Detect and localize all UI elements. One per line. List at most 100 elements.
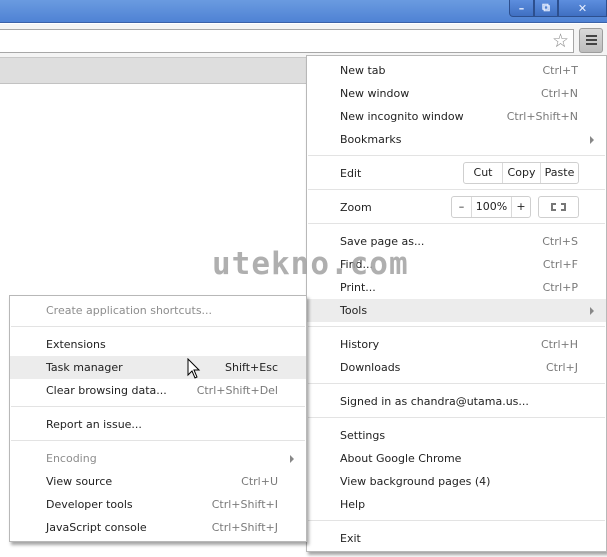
menu-separator: [11, 326, 305, 327]
menu-item-label: Help: [340, 498, 366, 511]
menu-item-encoding: Encoding: [10, 447, 306, 470]
hamburger-icon: [586, 35, 597, 37]
menu-item-shortcut: Ctrl+Shift+N: [506, 110, 578, 123]
menu-item-label: New tab: [340, 64, 386, 77]
menu-separator: [308, 189, 605, 190]
menu-item-view-source[interactable]: View source Ctrl+U: [10, 470, 306, 493]
fullscreen-button[interactable]: [538, 196, 579, 218]
menu-separator: [308, 223, 605, 224]
window-titlebar: – ⧉ ✕: [0, 0, 607, 23]
menu-item-downloads[interactable]: Downloads Ctrl+J: [307, 356, 606, 379]
menu-separator: [308, 155, 605, 156]
chrome-menu-button[interactable]: [579, 28, 603, 53]
menu-item-developer-tools[interactable]: Developer tools Ctrl+Shift+I: [10, 493, 306, 516]
zoom-in-button[interactable]: +: [511, 197, 530, 217]
cut-button[interactable]: Cut: [464, 163, 502, 183]
menu-item-extensions[interactable]: Extensions: [10, 333, 306, 356]
menu-item-label: New incognito window: [340, 110, 464, 123]
hamburger-icon-line: [586, 39, 597, 41]
menu-separator: [308, 326, 605, 327]
menu-item-label: Task manager: [46, 361, 123, 374]
restore-icon: ⧉: [542, 1, 550, 14]
menu-item-javascript-console[interactable]: JavaScript console Ctrl+Shift+J: [10, 516, 306, 539]
menu-item-label: JavaScript console: [46, 521, 147, 534]
menu-item-report-an-issue[interactable]: Report an issue...: [10, 413, 306, 436]
menu-item-shortcut: Ctrl+Shift+J: [211, 521, 278, 534]
chrome-main-menu: New tab Ctrl+T New window Ctrl+N New inc…: [306, 55, 607, 552]
menu-item-label: Report an issue...: [46, 418, 142, 431]
minimize-button[interactable]: –: [509, 0, 534, 17]
browser-toolbar: ☆: [0, 24, 607, 57]
menu-item-shortcut: Ctrl+Shift+Del: [196, 384, 278, 397]
copy-button[interactable]: Copy: [502, 163, 540, 183]
menu-item-label: Tools: [340, 304, 368, 317]
window-controls: – ⧉ ✕: [509, 0, 607, 17]
menu-separator: [308, 383, 605, 384]
menu-item-create-application-shortcuts: Create application shortcuts...: [10, 299, 306, 322]
menu-item-settings[interactable]: Settings: [307, 424, 606, 447]
menu-item-clear-browsing-data[interactable]: Clear browsing data... Ctrl+Shift+Del: [10, 379, 306, 402]
menu-item-signed-in[interactable]: Signed in as chandra@utama.us...: [307, 390, 606, 413]
menu-item-label: Create application shortcuts...: [46, 304, 213, 317]
menu-item-help[interactable]: Help: [307, 493, 606, 516]
address-bar[interactable]: ☆: [0, 29, 574, 53]
tools-submenu: Create application shortcuts... Extensio…: [9, 295, 307, 542]
watermark: utekno.com: [212, 246, 409, 282]
menu-item-bookmarks[interactable]: Bookmarks: [307, 128, 606, 151]
menu-item-shortcut: Ctrl+F: [542, 258, 578, 271]
submenu-arrow-icon: [590, 136, 594, 144]
menu-item-label: Zoom: [340, 201, 372, 214]
menu-item-label: Clear browsing data...: [46, 384, 167, 397]
maximize-button[interactable]: ⧉: [534, 0, 558, 17]
menu-item-label: Downloads: [340, 361, 401, 374]
menu-item-view-background-pages[interactable]: View background pages (4): [307, 470, 606, 493]
menu-item-shortcut: Ctrl+S: [542, 235, 578, 248]
menu-item-label: About Google Chrome: [340, 452, 462, 465]
zoom-out-button[interactable]: –: [452, 197, 471, 217]
mouse-cursor-icon: [187, 358, 201, 379]
menu-item-shortcut: Ctrl+H: [540, 338, 578, 351]
menu-item-shortcut: Ctrl+J: [545, 361, 578, 374]
menu-item-new-incognito-window[interactable]: New incognito window Ctrl+Shift+N: [307, 105, 606, 128]
zoom-level-value: 100%: [471, 197, 511, 217]
menu-item-shortcut: Ctrl+U: [241, 475, 278, 488]
close-button[interactable]: ✕: [558, 0, 607, 17]
menu-item-shortcut: Ctrl+T: [542, 64, 578, 77]
menu-separator: [11, 440, 305, 441]
menu-item-about-google-chrome[interactable]: About Google Chrome: [307, 447, 606, 470]
menu-item-label: View source: [46, 475, 113, 488]
menu-item-new-window[interactable]: New window Ctrl+N: [307, 82, 606, 105]
menu-item-shortcut: Ctrl+Shift+I: [211, 498, 278, 511]
menu-item-new-tab[interactable]: New tab Ctrl+T: [307, 59, 606, 82]
menu-separator: [308, 417, 605, 418]
submenu-arrow-icon: [290, 455, 294, 463]
menu-item-label: Signed in as chandra@utama.us...: [340, 395, 529, 408]
menu-item-label: New window: [340, 87, 410, 100]
menu-item-label: Extensions: [46, 338, 106, 351]
menu-item-history[interactable]: History Ctrl+H: [307, 333, 606, 356]
minimize-icon: –: [518, 1, 525, 15]
menu-item-label: View background pages (4): [340, 475, 491, 488]
menu-item-label: Encoding: [46, 452, 97, 465]
edit-button-group: Cut Copy Paste: [463, 162, 579, 184]
close-icon: ✕: [577, 1, 588, 15]
menu-separator: [308, 520, 605, 521]
menu-item-label: Developer tools: [46, 498, 133, 511]
menu-item-label: Exit: [340, 532, 361, 545]
menu-item-shortcut: Ctrl+N: [540, 87, 578, 100]
submenu-arrow-icon: [590, 307, 594, 315]
menu-item-label: Edit: [340, 167, 362, 180]
menu-item-exit[interactable]: Exit: [307, 527, 606, 550]
bookmark-star-icon[interactable]: ☆: [552, 31, 569, 51]
menu-item-shortcut: Shift+Esc: [225, 361, 278, 374]
menu-item-tools[interactable]: Tools: [307, 299, 606, 322]
menu-item-shortcut: Ctrl+P: [542, 281, 578, 294]
menu-item-label: Bookmarks: [340, 133, 402, 146]
menu-item-label: History: [340, 338, 380, 351]
menu-item-task-manager[interactable]: Task manager Shift+Esc: [10, 356, 306, 379]
menu-item-label: Settings: [340, 429, 386, 442]
paste-button[interactable]: Paste: [540, 163, 578, 183]
zoom-button-group: – 100% +: [451, 196, 531, 218]
hamburger-icon-line: [586, 43, 597, 45]
menu-separator: [11, 406, 305, 407]
